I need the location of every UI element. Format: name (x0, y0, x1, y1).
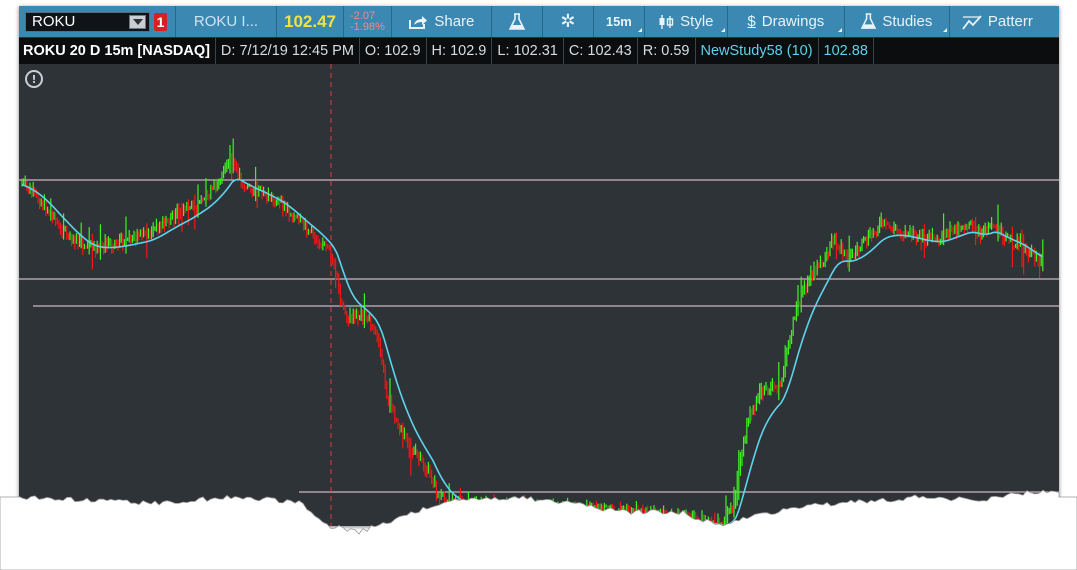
torn-paper-edge (0, 489, 1077, 570)
